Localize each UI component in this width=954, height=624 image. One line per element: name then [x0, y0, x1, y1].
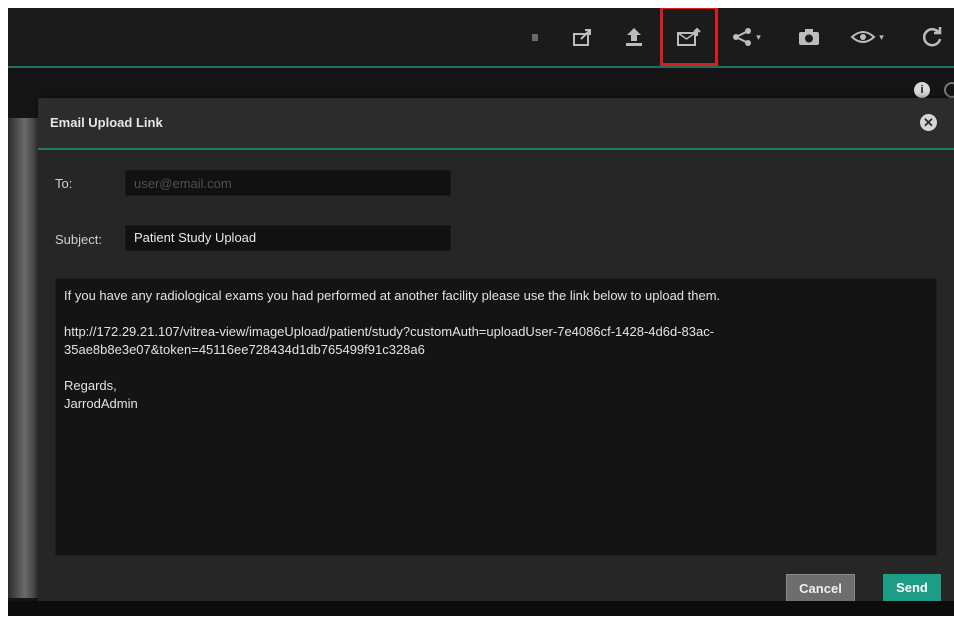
info-icon[interactable]: i	[914, 82, 930, 98]
camera-icon[interactable]	[794, 22, 824, 52]
signature-line: JarrodAdmin	[64, 396, 138, 411]
refresh-icon[interactable]	[914, 22, 950, 52]
subject-label: Subject:	[55, 232, 102, 247]
subject-field[interactable]: Patient Study Upload	[125, 225, 451, 251]
dot-icon	[528, 22, 542, 52]
to-label: To:	[55, 176, 73, 191]
settings-icon[interactable]	[944, 82, 954, 98]
eye-caret-icon: ▾	[879, 31, 884, 42]
cancel-button[interactable]: Cancel	[786, 574, 855, 602]
share-caret-icon: ▾	[756, 31, 761, 42]
upload-icon[interactable]	[619, 22, 649, 52]
dialog-title: Email Upload Link	[50, 115, 163, 130]
message-body-textarea[interactable]: If you have any radiological exams you h…	[55, 278, 937, 556]
upload-link-line-1: http://172.29.21.107/vitrea-view/imageUp…	[64, 324, 715, 339]
email-upload-link-dialog: Email Upload Link ✕ To: Subject: Patient…	[38, 98, 954, 602]
to-field[interactable]	[125, 170, 451, 196]
eye-icon[interactable]: ▾	[846, 22, 888, 52]
app-window: ▾ ▾ i Email Upload Link ✕ To: Subject: P…	[8, 8, 954, 616]
export-icon[interactable]	[568, 22, 598, 52]
send-button[interactable]: Send	[883, 574, 941, 602]
close-icon[interactable]: ✕	[920, 114, 937, 131]
dialog-header: Email Upload Link ✕	[38, 98, 954, 150]
regards-line: Regards,	[64, 378, 117, 393]
toolbar: ▾ ▾	[8, 8, 954, 68]
background-image-strip	[8, 118, 38, 598]
share-icon[interactable]: ▾	[726, 22, 766, 52]
body-line: If you have any radiological exams you h…	[64, 288, 721, 303]
highlight-box	[660, 8, 718, 66]
bottom-strip	[8, 601, 954, 616]
upload-link-line-2: 35ae8b8e3e07&token=45116ee728434d1db7654…	[64, 342, 425, 357]
